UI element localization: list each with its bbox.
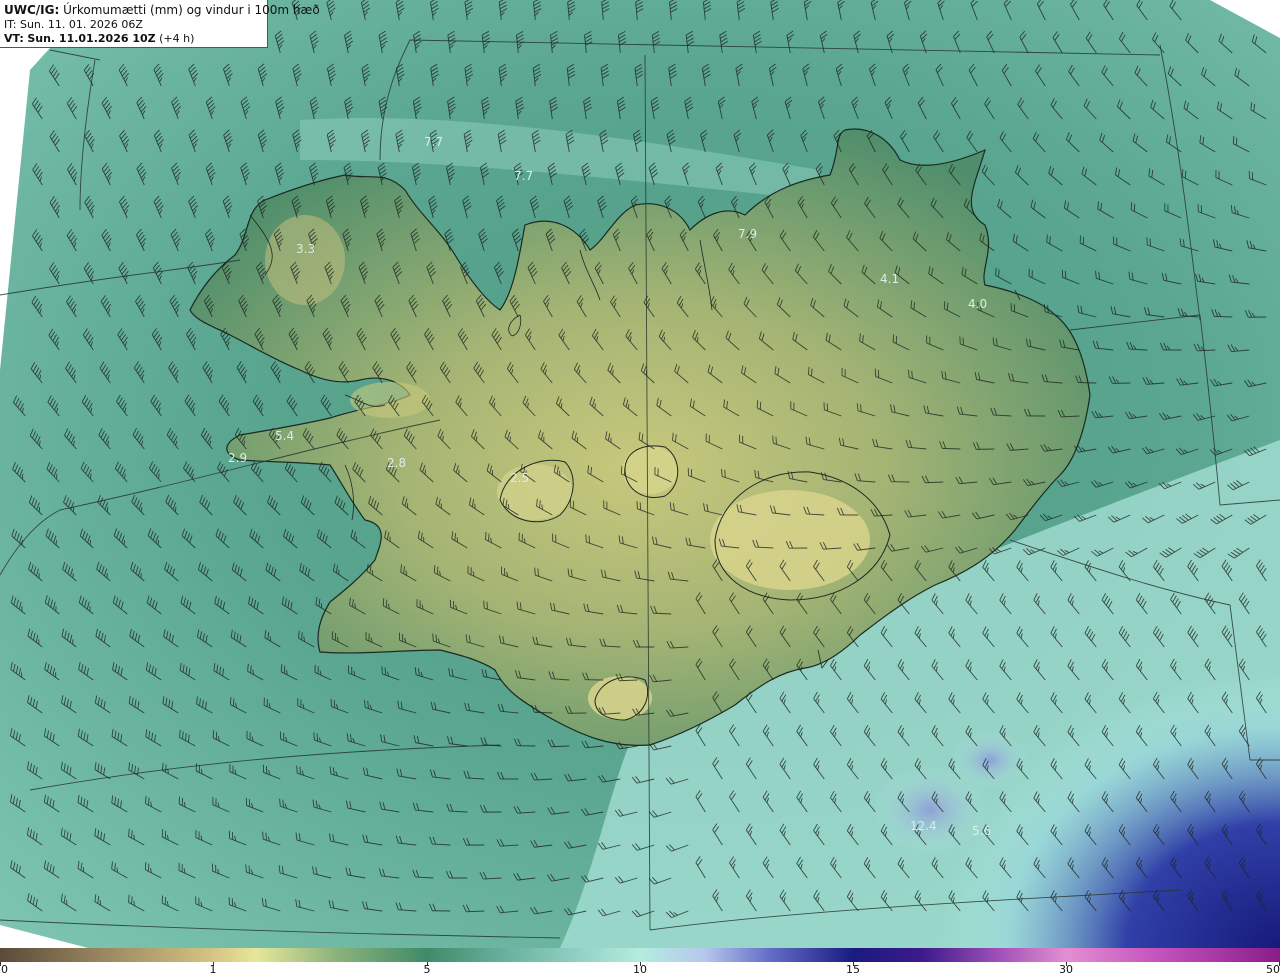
westfjords-highland	[265, 215, 345, 305]
precip-blob-2	[950, 730, 1030, 790]
value-label: 7.7	[424, 135, 443, 149]
colorbar-label: 5	[423, 963, 431, 976]
colorbar-legend: 0 1 5 10 15 30 50	[0, 948, 1280, 978]
colorbar-label: 0	[1, 963, 8, 976]
glacier-vatnajokull	[710, 490, 870, 590]
value-label: 5.4	[275, 429, 294, 443]
product-code: UWC/IG:	[4, 3, 60, 17]
value-label: 2.5	[510, 471, 529, 485]
init-time: IT: Sun. 11. 01. 2026 06Z	[4, 18, 143, 31]
title-line: UWC/IG: Úrkomumætti (mm) og vindur i 100…	[4, 3, 320, 18]
colorbar-label: 10	[633, 963, 647, 976]
colorbar-label: 50	[1266, 963, 1280, 976]
snaefellsnes-highland	[350, 382, 430, 418]
valid-prefix: VT:	[4, 32, 24, 45]
precipitation-wind-map: 3.3 7.7 7.7 7.9 4.1 4.0 5.4 2.9 2.8 2.5 …	[0, 0, 1280, 948]
colorbar-label: 1	[209, 963, 217, 976]
valid-time-line: VT: Sun. 11.01.2026 10Z (+4 h)	[4, 32, 263, 46]
value-label: 4.1	[880, 272, 899, 286]
colorbar-strip	[0, 948, 1280, 962]
value-label: 3.3	[296, 242, 315, 256]
value-label: 2.8	[387, 456, 406, 470]
value-label: 12.4	[910, 819, 937, 833]
colorbar-label: 15	[846, 963, 860, 976]
valid-offset: (+4 h)	[159, 32, 195, 45]
weather-map-view: 3.3 7.7 7.7 7.9 4.1 4.0 5.4 2.9 2.8 2.5 …	[0, 0, 1280, 978]
colorbar-label: 30	[1059, 963, 1073, 976]
map-info-box: UWC/IG: Úrkomumætti (mm) og vindur i 100…	[0, 0, 320, 48]
map-title: Úrkomumætti (mm) og vindur i 100m hæð	[63, 3, 320, 17]
value-label: 5.6	[972, 824, 991, 838]
value-label: 2.9	[228, 451, 247, 465]
value-label: 4.0	[968, 297, 987, 311]
valid-time: Sun. 11.01.2026 10Z	[27, 32, 156, 45]
value-label: 7.7	[514, 169, 533, 183]
value-label: 7.9	[738, 227, 757, 241]
